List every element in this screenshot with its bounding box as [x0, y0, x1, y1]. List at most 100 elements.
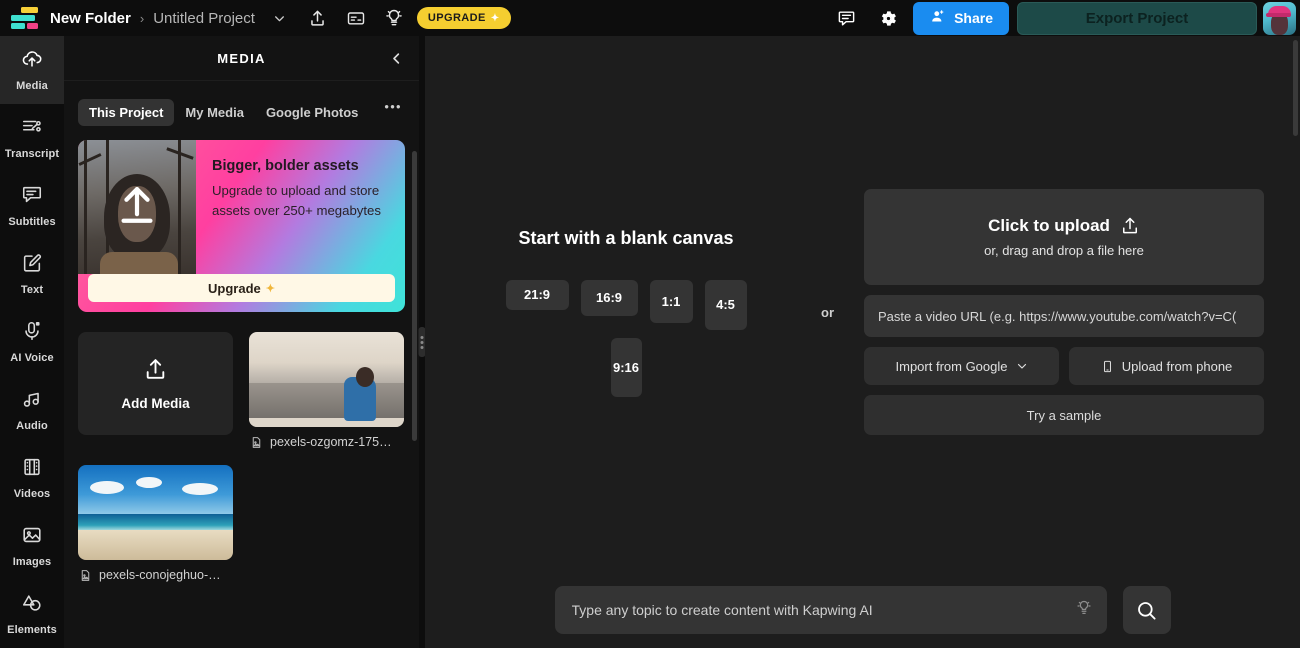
sidebar-item-label: Audio — [16, 420, 48, 432]
or-divider-label: or — [821, 304, 834, 320]
editor-body: Media Transcript Subtitles Text AI Voice… — [0, 36, 1300, 648]
sidebar-item-label: Subtitles — [8, 216, 56, 228]
sparkle-icon: ✦ — [490, 12, 500, 24]
canvas-area: Start with a blank canvas 21:9 16:9 1:1 … — [425, 36, 1300, 648]
ai-prompt-bar — [425, 586, 1300, 634]
top-bar-right-group: Share Export Project — [831, 1, 1300, 35]
aspect-ratio-16-9[interactable]: 16:9 — [580, 279, 638, 316]
image-file-icon — [79, 569, 92, 582]
upload-dropzone[interactable]: Click to upload or, drag and drop a file… — [864, 189, 1264, 285]
media-asset-cell: pexels-conojeghuo-… — [78, 465, 233, 582]
sidebar-item-elements[interactable]: Elements — [0, 580, 64, 648]
more-options-icon[interactable]: ●●● — [381, 94, 405, 118]
left-nav-rail: Media Transcript Subtitles Text AI Voice… — [0, 36, 64, 648]
upload-arrow-icon — [114, 180, 160, 235]
ai-prompt-input[interactable] — [554, 586, 1107, 634]
media-thumbnail[interactable] — [78, 465, 233, 560]
kapwing-logo[interactable] — [8, 5, 42, 31]
promo-body: Upgrade to upload and store assets over … — [212, 183, 381, 218]
sidebar-item-images[interactable]: Images — [0, 512, 64, 580]
sidebar-item-label: AI Voice — [10, 352, 54, 364]
try-a-sample-button[interactable]: Try a sample — [864, 395, 1264, 435]
tab-this-project[interactable]: This Project — [78, 99, 175, 126]
export-project-button[interactable]: Export Project — [1017, 1, 1257, 35]
aspect-ratio-1-1[interactable]: 1:1 — [649, 279, 693, 323]
sidebar-item-label: Media — [16, 80, 48, 92]
sidebar-item-media[interactable]: Media — [0, 36, 64, 104]
video-url-input[interactable] — [864, 295, 1264, 337]
sidebar-item-subtitles[interactable]: Subtitles — [0, 172, 64, 240]
sidebar-item-videos[interactable]: Videos — [0, 444, 64, 512]
media-panel: MEDIA This Project My Media Google Photo… — [64, 36, 419, 648]
dropzone-subtitle: or, drag and drop a file here — [984, 243, 1144, 258]
tab-my-media[interactable]: My Media — [174, 99, 255, 126]
sidebar-item-ai-voice[interactable]: AI Voice — [0, 308, 64, 376]
breadcrumb-separator: › — [139, 10, 145, 26]
aspect-ratio-21-9[interactable]: 21:9 — [505, 279, 569, 310]
chevron-left-icon[interactable] — [383, 45, 409, 71]
text-edit-icon — [21, 252, 43, 279]
transcript-icon — [21, 116, 43, 143]
media-asset-name: pexels-ozgomz-175… — [270, 435, 392, 449]
share-button[interactable]: Share — [913, 1, 1009, 35]
comment-icon[interactable] — [831, 3, 861, 33]
import-buttons-row: Import from Google Upload from phone — [864, 347, 1264, 385]
gear-icon[interactable] — [873, 3, 903, 33]
media-asset-filename-row: pexels-ozgomz-175… — [249, 435, 404, 449]
sidebar-item-label: Videos — [13, 488, 51, 500]
lightbulb-icon[interactable] — [1075, 599, 1093, 622]
aspect-ratio-row-2: 9:16 — [510, 337, 742, 397]
phone-icon — [1101, 359, 1114, 374]
media-panel-scrollbar[interactable] — [412, 151, 417, 441]
media-asset-name: pexels-conojeghuo-… — [99, 568, 221, 582]
image-file-icon — [250, 436, 263, 449]
film-strip-icon — [21, 456, 43, 483]
search-icon — [1135, 599, 1158, 622]
upload-from-phone-label: Upload from phone — [1121, 358, 1233, 374]
upload-from-phone-button[interactable]: Upload from phone — [1069, 347, 1264, 385]
media-thumbnail[interactable] — [249, 332, 404, 427]
breadcrumb-folder[interactable]: New Folder — [50, 10, 131, 27]
add-media-button[interactable]: Add Media — [78, 332, 233, 435]
promo-upgrade-button[interactable]: Upgrade ✦ — [88, 274, 395, 302]
add-media-cell: Add Media — [78, 332, 233, 449]
upgrade-label: UPGRADE — [427, 12, 486, 24]
breadcrumb-project[interactable]: Untitled Project — [153, 10, 255, 27]
sidebar-item-text[interactable]: Text — [0, 240, 64, 308]
upload-tray-icon — [1120, 216, 1140, 236]
user-avatar[interactable] — [1263, 1, 1296, 35]
image-icon — [21, 524, 43, 551]
import-from-google-label: Import from Google — [895, 358, 1008, 374]
media-panel-header: MEDIA — [64, 36, 419, 81]
sparkle-icon: ✦ — [265, 282, 275, 295]
captions-icon[interactable] — [341, 3, 371, 33]
promo-upgrade-label: Upgrade — [208, 280, 261, 296]
import-from-google-button[interactable]: Import from Google — [864, 347, 1059, 385]
canvas-scrollbar[interactable] — [1293, 40, 1298, 136]
start-options: Start with a blank canvas 21:9 16:9 1:1 … — [425, 36, 1300, 648]
sidebar-item-transcript[interactable]: Transcript — [0, 104, 64, 172]
kapwing-editor: New Folder › Untitled Project UPGRADE ✦ — [0, 0, 1300, 648]
aspect-ratio-9-16[interactable]: 9:16 — [610, 337, 642, 397]
add-media-label: Add Media — [121, 395, 190, 411]
sidebar-item-audio[interactable]: Audio — [0, 376, 64, 444]
top-bar: New Folder › Untitled Project UPGRADE ✦ — [0, 0, 1300, 36]
share-upload-icon[interactable] — [303, 3, 333, 33]
panel-title: MEDIA — [217, 50, 266, 66]
upload-tray-icon — [143, 357, 168, 387]
lightbulb-icon[interactable] — [379, 3, 409, 33]
blank-canvas-heading: Start with a blank canvas — [518, 227, 734, 248]
upgrade-promo-card[interactable]: Bigger, bolder assets Upgrade to upload … — [78, 140, 405, 312]
upgrade-button[interactable]: UPGRADE ✦ — [416, 7, 511, 29]
chevron-down-icon[interactable] — [265, 3, 295, 33]
search-button[interactable] — [1122, 586, 1171, 634]
microphone-ai-icon — [21, 320, 43, 347]
media-grid: Add Media pexels-ozgomz-175… pexels-cono… — [78, 332, 405, 582]
add-person-icon — [929, 8, 946, 28]
media-asset-cell: pexels-ozgomz-175… — [249, 332, 404, 449]
sidebar-item-label: Images — [12, 556, 52, 568]
sidebar-item-label: Text — [20, 284, 44, 296]
aspect-ratio-4-5[interactable]: 4:5 — [704, 279, 747, 330]
tab-google-photos[interactable]: Google Photos — [255, 99, 369, 126]
share-button-label: Share — [954, 10, 993, 26]
